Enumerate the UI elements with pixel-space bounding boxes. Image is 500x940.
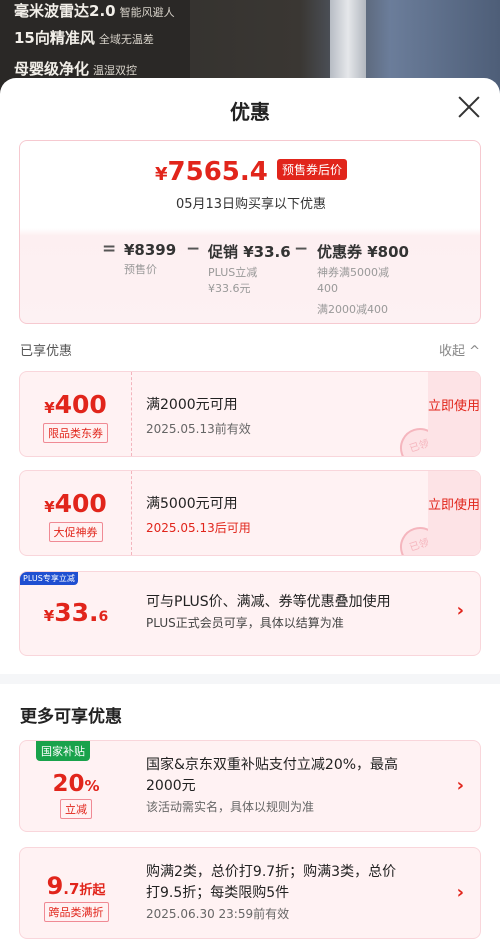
cross-category-discount-card[interactable]: 9.7折起 跨品类满折 购满2类，总价打9.7折；购满3类，总价 打9.5折；每… (19, 847, 481, 939)
discount-line-3: 2025.06.30 23:59前有效 (146, 907, 290, 921)
subsidy-label: 立减 (60, 799, 92, 819)
promo-block: 促销 ¥33.6 PLUS立减 ¥33.6元 (208, 241, 291, 297)
chevron-right-icon[interactable]: › (457, 775, 464, 796)
use-now-button[interactable]: 立即使用 (428, 471, 480, 555)
promo-amount: ¥33.6 (243, 243, 291, 261)
coupon-date: 2025.05.13后可用 (146, 521, 251, 535)
coupon-date: 2025.05.13前有效 (146, 422, 251, 436)
discount-rate: 9.7折起 (46, 872, 106, 900)
plus-value: ¥33.6 (20, 572, 132, 655)
discount-info: 购满2类，总价打9.7折；购满3类，总价 打9.5折；每类限购5件 2025.0… (146, 862, 396, 923)
base-price-label: 预售价 (124, 263, 157, 276)
coupon-condition: 满2000元可用 (146, 397, 238, 413)
coupon-condition: 满5000元可用 (146, 496, 238, 512)
promo-title: 促销 (208, 243, 239, 261)
discount-value: 9.7折起 跨品类满折 (20, 848, 132, 938)
section-divider (0, 674, 500, 684)
enjoyed-section-title: 已享优惠 (20, 344, 73, 359)
plus-amount: ¥33.6 (43, 598, 109, 627)
discount-line-1: 购满2类，总价打9.7折；购满3类，总价 (146, 864, 397, 880)
more-section-title: 更多可享优惠 (20, 707, 122, 727)
coupon-amount: ¥400 (44, 390, 107, 419)
plus-info: 可与PLUS价、满减、券等优惠叠加使用 PLUS正式会员可享，具体以结算为准 (146, 592, 391, 632)
minus-sign: − (186, 239, 201, 259)
subsidy-value: 20% 立减 (20, 741, 132, 831)
banner-line-1: 毫米波雷达2.0 智能风避人 (14, 2, 175, 20)
coupon-info: 满5000元可用 2025.05.13后可用 (146, 493, 251, 536)
discount-line-2: 打9.5折；每类限购5件 (146, 885, 290, 901)
banner-line-3: 母婴级净化 温湿双控 (14, 60, 138, 78)
discount-sheet: 优惠 ¥7565.4 预售券后价 05月13日购买享以下优惠 = ¥8399 预… (0, 78, 500, 940)
promo-desc: PLUS立减 ¥33.6元 (208, 266, 258, 295)
subsidy-line-3: 该活动需实名，具体以规则为准 (146, 800, 315, 814)
collapse-toggle[interactable]: 收起 ^ (439, 340, 480, 359)
banner-line-2: 15向精准风 全域无温差 (14, 29, 154, 47)
price-summary-card: ¥7565.4 预售券后价 05月13日购买享以下优惠 = ¥8399 预售价 … (19, 140, 481, 324)
base-price: ¥8399 (124, 241, 177, 259)
coupon-card[interactable]: ¥400 限品类东券 满2000元可用 2025.05.13前有效 已领 立即使… (19, 371, 481, 457)
national-subsidy-card[interactable]: 国家补贴 20% 立减 国家&京东双重补贴支付立减20%，最高 2000元 该活… (19, 740, 481, 832)
purchase-date-note: 05月13日购买享以下优惠 (175, 197, 327, 212)
coupon-desc: 神券满5000减 400 满2000减400 (317, 266, 389, 316)
coupon-value: ¥400 限品类东券 (20, 372, 132, 456)
subsidy-info: 国家&京东双重补贴支付立减20%，最高 2000元 该活动需实名，具体以规则为准 (146, 755, 398, 816)
chevron-right-icon[interactable]: › (457, 600, 464, 621)
coupon-card[interactable]: ¥400 大促神券 满5000元可用 2025.05.13后可用 已领 立即使用 (19, 470, 481, 556)
coupon-title: 优惠券 (317, 243, 363, 261)
subsidy-line-1: 国家&京东双重补贴支付立减20%，最高 (146, 757, 399, 773)
plus-line-2: PLUS正式会员可享，具体以结算为准 (146, 616, 344, 630)
final-price-row: ¥7565.4 预售券后价 (20, 157, 482, 187)
coupon-block: 优惠券 ¥800 神券满5000减 400 满2000减400 (317, 241, 409, 318)
subsidy-percent: 20% (52, 771, 100, 797)
plus-discount-card[interactable]: PLUS专享立减 ¥33.6 可与PLUS价、满减、券等优惠叠加使用 PLUS正… (19, 571, 481, 656)
coupon-info: 满2000元可用 2025.05.13前有效 (146, 394, 251, 437)
chevron-right-icon[interactable]: › (457, 882, 464, 903)
sheet-title: 优惠 (230, 100, 270, 124)
presale-price-tag: 预售券后价 (276, 158, 347, 180)
base-price-block: ¥8399 预售价 (124, 241, 176, 278)
coupon-type-label: 限品类东券 (43, 423, 108, 443)
coupon-amount: ¥800 (367, 243, 409, 261)
discount-label: 跨品类满折 (43, 902, 109, 922)
equals-sign: = (102, 239, 117, 259)
final-price: ¥7565.4 (155, 157, 268, 187)
coupon-value: ¥400 大促神券 (20, 471, 132, 555)
subsidy-line-2: 2000元 (146, 778, 196, 794)
coupon-amount: ¥400 (44, 489, 107, 518)
use-now-button[interactable]: 立即使用 (428, 372, 480, 456)
close-icon[interactable] (458, 96, 480, 118)
coupon-type-label: 大促神券 (48, 522, 103, 542)
minus-sign-2: − (294, 239, 309, 259)
plus-line-1: 可与PLUS价、满减、券等优惠叠加使用 (146, 594, 391, 610)
